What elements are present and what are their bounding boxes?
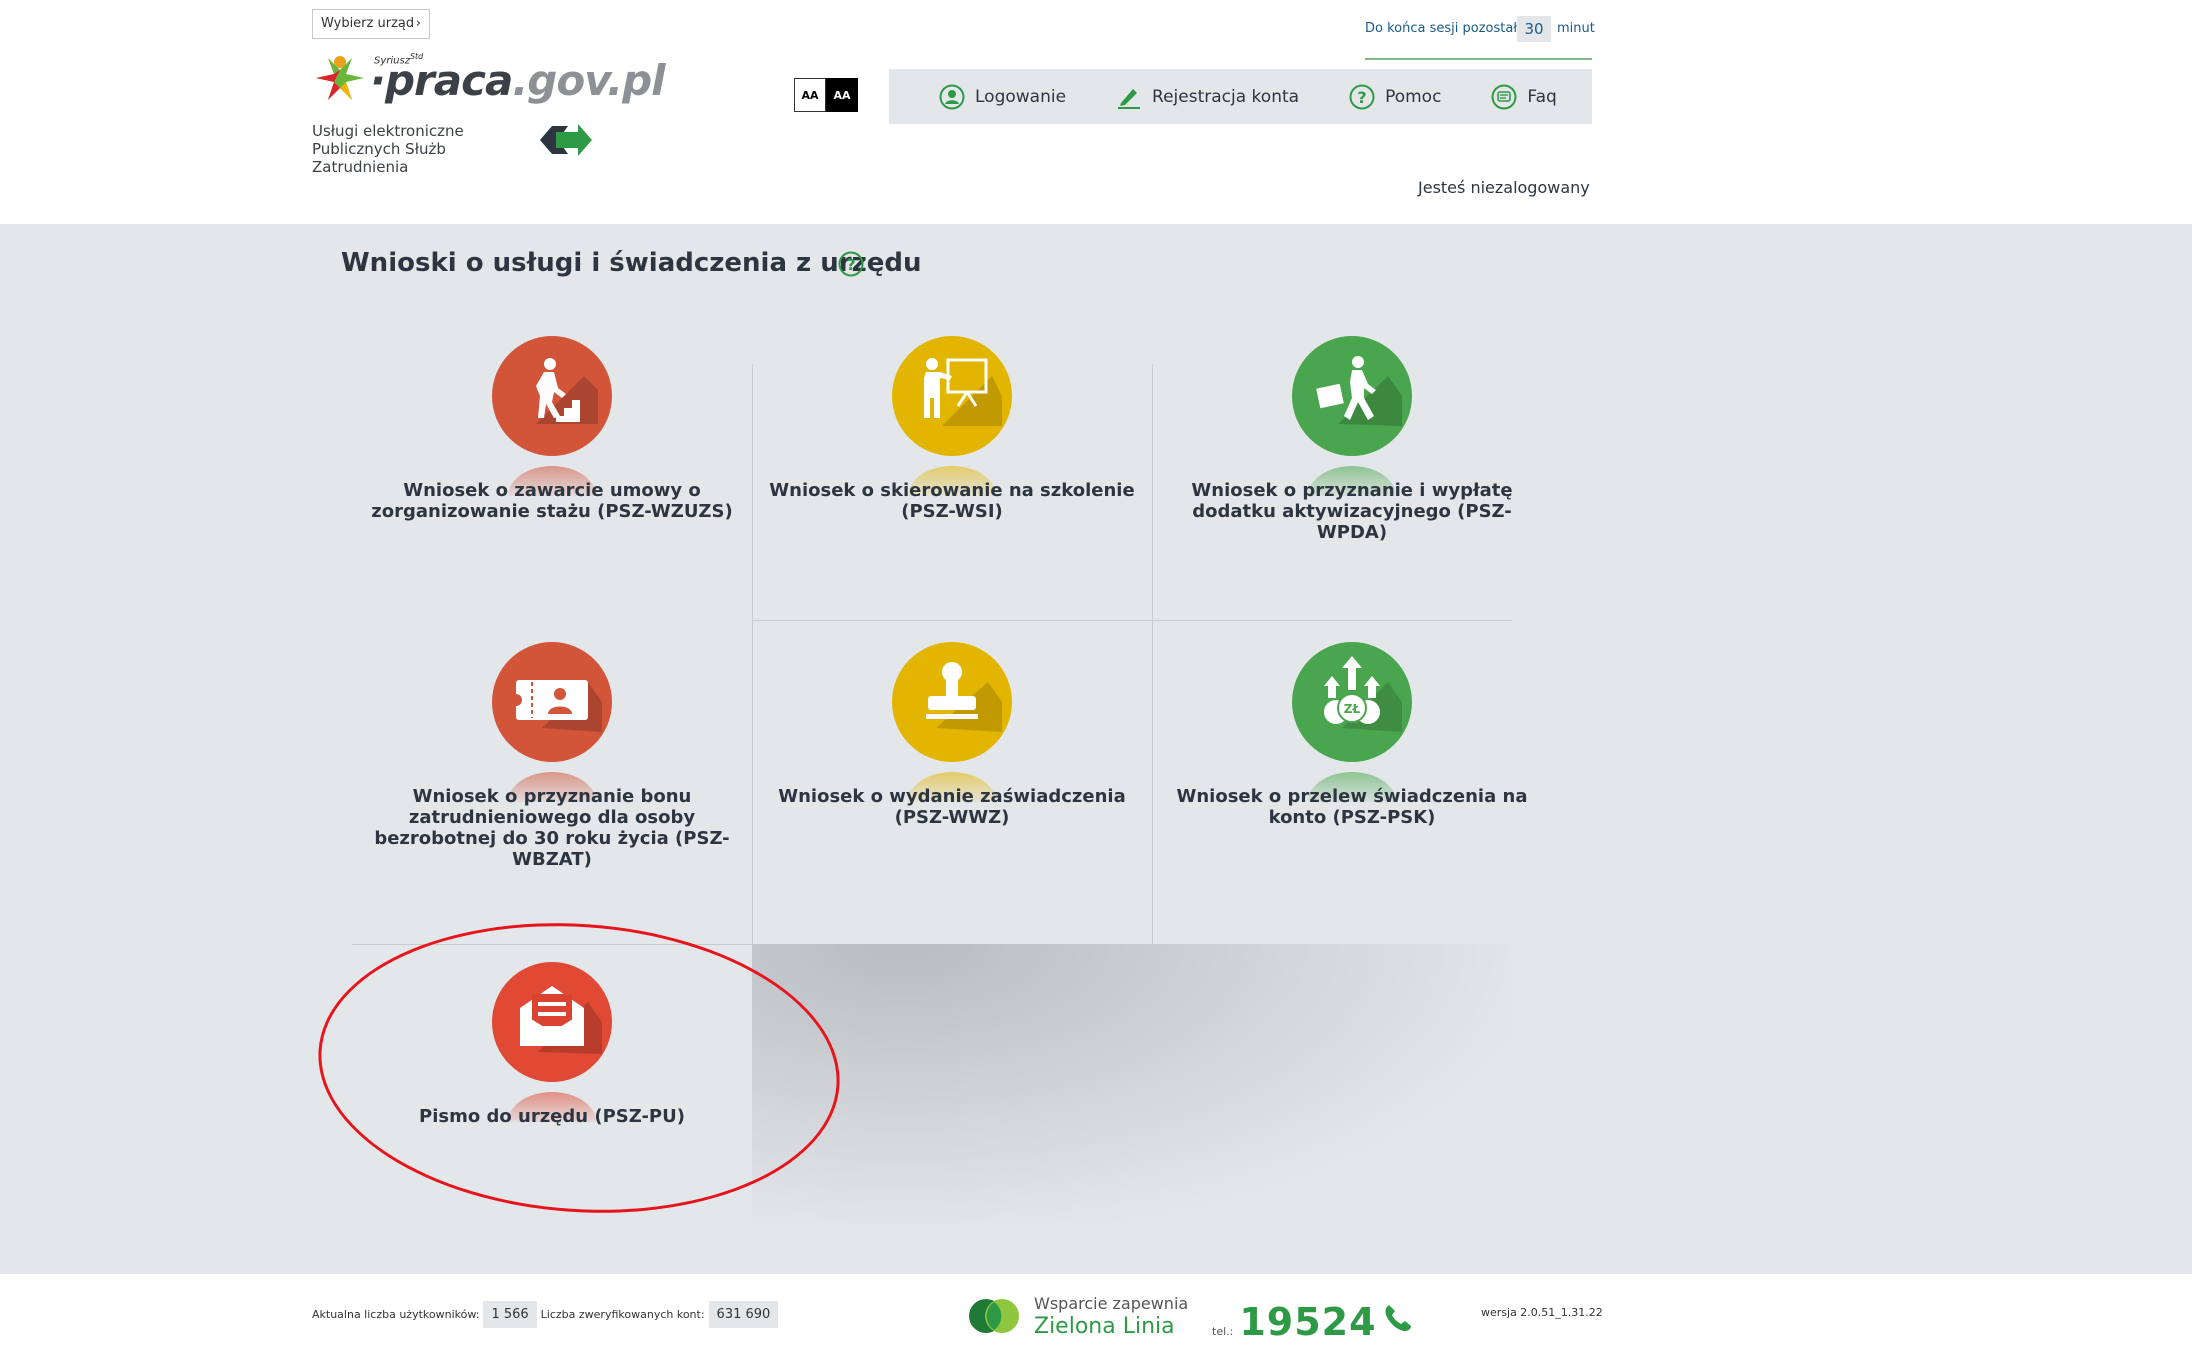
tel-number: 19524 bbox=[1239, 1300, 1377, 1344]
service-tile[interactable]: Wniosek o wydanie zaświadczenia (PSZ-WWZ… bbox=[752, 610, 1152, 916]
users-value: 1 566 bbox=[483, 1301, 537, 1328]
logo-figures-icon bbox=[316, 56, 364, 100]
subtitle-line2: Publicznych Służb Zatrudnienia bbox=[312, 140, 446, 176]
svg-text:ZŁ: ZŁ bbox=[1344, 702, 1361, 716]
choose-office-button[interactable]: Wybierz urząd › bbox=[312, 9, 430, 39]
tile-icon-wrap bbox=[892, 642, 1012, 832]
tile-label: Wniosek o przelew świadczenia na konto (… bbox=[1176, 786, 1528, 828]
support-line1: Wsparcie zapewnia bbox=[1034, 1294, 1189, 1313]
nav-faq[interactable]: Faq bbox=[1491, 84, 1557, 110]
title-help-icon[interactable]: ? bbox=[838, 251, 864, 277]
nav-login[interactable]: Logowanie bbox=[939, 84, 1066, 110]
page-header: Wybierz urząd › SyriuszStd ·praca.gov.pl… bbox=[0, 0, 2192, 224]
normal-contrast-button[interactable]: AA bbox=[794, 78, 826, 112]
tile-icon-wrap bbox=[892, 336, 1012, 526]
tile-icon-wrap bbox=[492, 962, 612, 1152]
service-tile[interactable]: Wniosek o przyznanie bonu zatrudnieniowe… bbox=[352, 610, 752, 916]
session-label: Do końca sesji pozostało bbox=[1365, 21, 1525, 36]
session-minutes: 30 bbox=[1517, 16, 1551, 42]
user-icon bbox=[939, 84, 965, 109]
choose-office-label: Wybierz urząd bbox=[321, 16, 415, 31]
empty-grid-area bbox=[752, 944, 1512, 1224]
session-timer: Do końca sesji pozostało 30 minut bbox=[1365, 16, 1595, 60]
support-phone[interactable]: tel.: 19524 bbox=[1212, 1300, 1415, 1344]
subtitle-line1: Usługi elektroniczne bbox=[312, 122, 464, 140]
tile-icon-wrap: ZŁ bbox=[1292, 642, 1412, 832]
chat-icon bbox=[1491, 84, 1517, 109]
logo-gov: .gov.pl bbox=[512, 56, 665, 105]
user-stats: Aktualna liczba użytkowników: 1 566 Licz… bbox=[312, 1301, 782, 1328]
logo-subtitle: Usługi elektroniczne Publicznych Służb Z… bbox=[312, 122, 542, 176]
tile-label: Wniosek o zawarcie umowy o zorganizowani… bbox=[371, 480, 733, 522]
logo-praca: praca bbox=[384, 56, 513, 105]
service-tile[interactable]: ZŁ Wniosek o przelew świadczenia na konto… bbox=[1152, 610, 1552, 916]
envelope-icon bbox=[492, 962, 612, 1152]
tile-label: Wniosek o wydanie zaświadczenia (PSZ-WWZ… bbox=[778, 786, 1126, 828]
tile-label: Pismo do urzędu (PSZ-PU) bbox=[419, 1106, 685, 1127]
service-tile[interactable]: Wniosek o skierowanie na szkolenie (PSZ-… bbox=[752, 304, 1152, 610]
service-tile[interactable]: Wniosek o przyznanie i wypłatę dodatku a… bbox=[1152, 304, 1552, 610]
nav-help[interactable]: ? Pomoc bbox=[1349, 84, 1441, 110]
tel-label: tel.: bbox=[1212, 1325, 1234, 1338]
tile-label: Wniosek o skierowanie na szkolenie (PSZ-… bbox=[769, 480, 1135, 522]
stamp-icon bbox=[892, 642, 1012, 832]
voucher-icon bbox=[492, 642, 612, 832]
support-line2: Zielona Linia bbox=[1034, 1314, 1175, 1339]
svg-text:?: ? bbox=[1357, 88, 1366, 107]
app-version: wersja 2.0.51_1.31.22 bbox=[1481, 1306, 1603, 1319]
verified-label: Liczba zweryfikowanych kont: bbox=[540, 1308, 705, 1321]
money-transfer-icon: ZŁ bbox=[1292, 642, 1412, 832]
session-unit: minut bbox=[1557, 21, 1595, 36]
phone-icon bbox=[1385, 1305, 1411, 1331]
nav-register-label: Rejestracja konta bbox=[1152, 86, 1300, 107]
top-navigation: Logowanie Rejestracja konta ? Pomoc Faq bbox=[889, 69, 1592, 124]
nav-register[interactable]: Rejestracja konta bbox=[1116, 84, 1299, 110]
nav-help-label: Pomoc bbox=[1385, 86, 1442, 107]
help-icon: ? bbox=[1349, 84, 1375, 109]
font-size-toggle: AA AA bbox=[794, 78, 858, 112]
users-label: Aktualna liczba użytkowników: bbox=[312, 1308, 480, 1321]
service-tile[interactable]: Wniosek o zawarcie umowy o zorganizowani… bbox=[352, 304, 752, 610]
tile-label: Wniosek o przyznanie i wypłatę dodatku a… bbox=[1191, 480, 1513, 543]
walking-man-icon bbox=[1292, 336, 1412, 526]
service-tile[interactable]: Pismo do urzędu (PSZ-PU) bbox=[352, 930, 752, 1236]
nav-login-label: Logowanie bbox=[975, 86, 1067, 107]
tile-label: Wniosek o przyznanie bonu zatrudnieniowe… bbox=[374, 786, 730, 870]
nav-faq-label: Faq bbox=[1527, 86, 1557, 107]
stairs-icon bbox=[492, 336, 612, 526]
training-icon bbox=[892, 336, 1012, 526]
tile-icon-wrap bbox=[492, 336, 612, 526]
login-status: Jesteś niezalogowany bbox=[1418, 178, 1590, 197]
high-contrast-button[interactable]: AA bbox=[826, 78, 858, 112]
arrow-logo-icon bbox=[540, 124, 592, 156]
site-logo[interactable]: SyriuszStd ·praca.gov.pl bbox=[312, 50, 666, 114]
page-title: Wnioski o usługi i świadczenia z urzędu bbox=[341, 248, 922, 278]
page-footer: Aktualna liczba użytkowników: 1 566 Licz… bbox=[0, 1274, 2192, 1357]
tile-icon-wrap bbox=[1292, 336, 1412, 526]
tile-icon-wrap bbox=[492, 642, 612, 832]
svg-text:?: ? bbox=[846, 255, 855, 274]
chevron-right-icon: › bbox=[415, 16, 421, 31]
green-line-logo-icon bbox=[969, 1299, 1019, 1333]
verified-value: 631 690 bbox=[708, 1301, 779, 1328]
pencil-icon bbox=[1118, 88, 1141, 109]
